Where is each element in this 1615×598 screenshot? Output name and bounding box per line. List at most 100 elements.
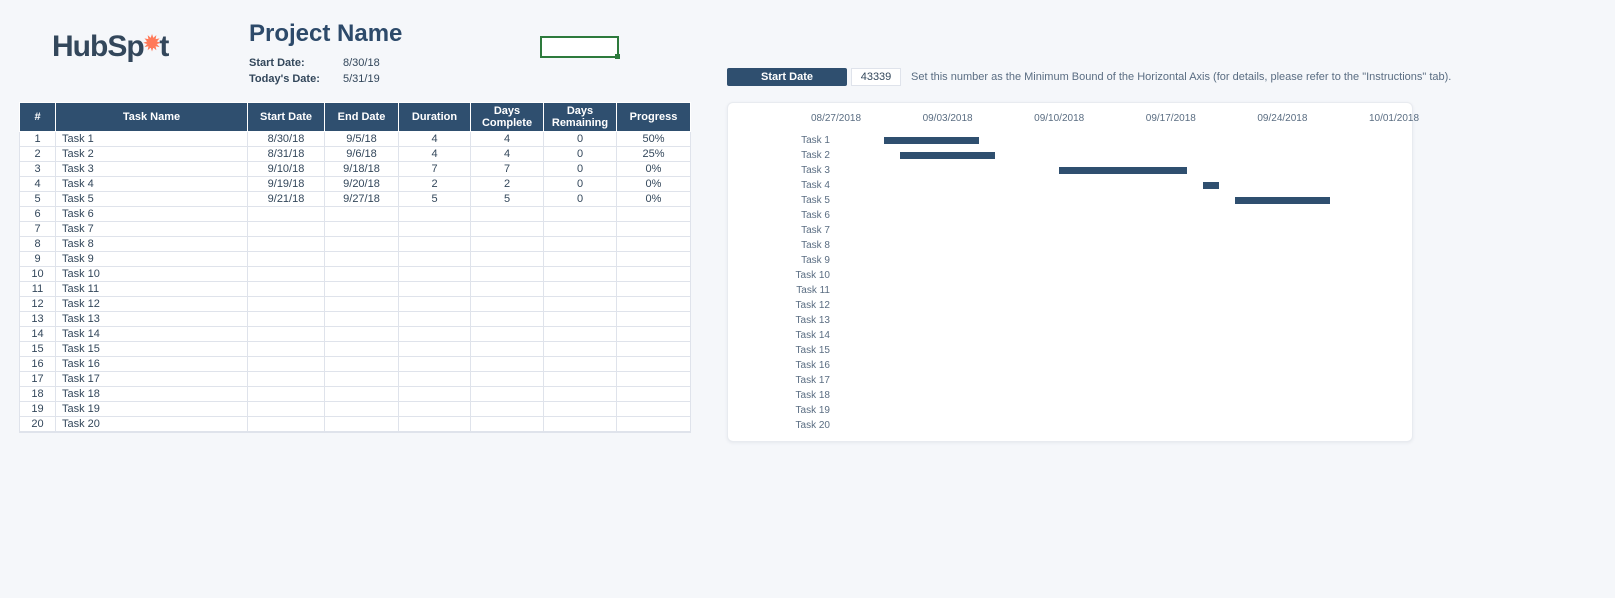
table-cell[interactable]: [617, 402, 691, 417]
table-cell[interactable]: [325, 267, 399, 282]
task-table[interactable]: # Task Name Start Date End Date Duration…: [19, 102, 691, 433]
table-cell[interactable]: 12: [20, 297, 56, 312]
table-cell[interactable]: [325, 282, 399, 297]
table-cell[interactable]: 13: [20, 312, 56, 327]
table-cell[interactable]: 11: [20, 282, 56, 297]
table-cell[interactable]: [471, 252, 544, 267]
table-cell[interactable]: 0: [544, 177, 617, 192]
table-cell[interactable]: [248, 342, 325, 357]
table-cell[interactable]: Task 13: [56, 312, 248, 327]
table-row[interactable]: 3Task 39/10/189/18/187700%: [20, 162, 691, 177]
table-row[interactable]: 19Task 19: [20, 402, 691, 417]
table-cell[interactable]: [325, 387, 399, 402]
table-cell[interactable]: 10: [20, 267, 56, 282]
table-cell[interactable]: [325, 417, 399, 432]
table-cell[interactable]: 17: [20, 372, 56, 387]
table-cell[interactable]: [544, 252, 617, 267]
table-cell[interactable]: [471, 312, 544, 327]
table-cell[interactable]: [617, 282, 691, 297]
table-cell[interactable]: Task 2: [56, 147, 248, 162]
table-cell[interactable]: [248, 237, 325, 252]
table-cell[interactable]: 4: [20, 177, 56, 192]
table-row[interactable]: 16Task 16: [20, 357, 691, 372]
table-cell[interactable]: [617, 372, 691, 387]
table-cell[interactable]: [399, 342, 471, 357]
table-cell[interactable]: [248, 252, 325, 267]
table-cell[interactable]: 7: [20, 222, 56, 237]
table-cell[interactable]: 9/6/18: [325, 147, 399, 162]
table-cell[interactable]: [544, 327, 617, 342]
table-cell[interactable]: [325, 297, 399, 312]
table-cell[interactable]: 9/19/18: [248, 177, 325, 192]
table-row[interactable]: 9Task 9: [20, 252, 691, 267]
table-cell[interactable]: [471, 237, 544, 252]
table-cell[interactable]: [399, 282, 471, 297]
table-row[interactable]: 14Task 14: [20, 327, 691, 342]
table-cell[interactable]: [617, 342, 691, 357]
table-cell[interactable]: [617, 312, 691, 327]
table-cell[interactable]: 19: [20, 402, 56, 417]
table-cell[interactable]: [471, 372, 544, 387]
table-cell[interactable]: [325, 357, 399, 372]
table-cell[interactable]: 4: [471, 147, 544, 162]
table-cell[interactable]: 0%: [617, 162, 691, 177]
table-cell[interactable]: [544, 222, 617, 237]
table-row[interactable]: 1Task 18/30/189/5/1844050%: [20, 132, 691, 147]
table-cell[interactable]: Task 4: [56, 177, 248, 192]
table-cell[interactable]: 9/20/18: [325, 177, 399, 192]
table-cell[interactable]: 9/21/18: [248, 192, 325, 207]
table-cell[interactable]: Task 14: [56, 327, 248, 342]
table-cell[interactable]: 1: [20, 132, 56, 147]
table-cell[interactable]: 0: [544, 132, 617, 147]
table-cell[interactable]: 25%: [617, 147, 691, 162]
table-cell[interactable]: 50%: [617, 132, 691, 147]
table-row[interactable]: 18Task 18: [20, 387, 691, 402]
table-cell[interactable]: Task 16: [56, 357, 248, 372]
table-cell[interactable]: 9/10/18: [248, 162, 325, 177]
table-cell[interactable]: Task 10: [56, 267, 248, 282]
table-row[interactable]: 10Task 10: [20, 267, 691, 282]
table-cell[interactable]: 0: [544, 162, 617, 177]
table-cell[interactable]: 0: [544, 147, 617, 162]
table-cell[interactable]: [399, 357, 471, 372]
table-cell[interactable]: 9/18/18: [325, 162, 399, 177]
table-cell[interactable]: [325, 237, 399, 252]
table-cell[interactable]: [248, 357, 325, 372]
table-cell[interactable]: 0%: [617, 192, 691, 207]
table-cell[interactable]: [617, 207, 691, 222]
table-cell[interactable]: [399, 267, 471, 282]
table-cell[interactable]: [399, 387, 471, 402]
table-row[interactable]: 15Task 15: [20, 342, 691, 357]
table-cell[interactable]: [617, 252, 691, 267]
table-cell[interactable]: 18: [20, 387, 56, 402]
table-cell[interactable]: Task 17: [56, 372, 248, 387]
table-cell[interactable]: 14: [20, 327, 56, 342]
table-cell[interactable]: Task 18: [56, 387, 248, 402]
table-row[interactable]: 12Task 12: [20, 297, 691, 312]
table-cell[interactable]: [399, 372, 471, 387]
table-cell[interactable]: [617, 237, 691, 252]
table-cell[interactable]: [617, 267, 691, 282]
table-cell[interactable]: 7: [399, 162, 471, 177]
table-cell[interactable]: [399, 297, 471, 312]
table-cell[interactable]: 9/27/18: [325, 192, 399, 207]
table-row[interactable]: 4Task 49/19/189/20/182200%: [20, 177, 691, 192]
table-cell[interactable]: 8: [20, 237, 56, 252]
table-cell[interactable]: Task 9: [56, 252, 248, 267]
table-cell[interactable]: [544, 297, 617, 312]
table-cell[interactable]: [325, 327, 399, 342]
table-cell[interactable]: [325, 312, 399, 327]
table-cell[interactable]: [248, 372, 325, 387]
table-cell[interactable]: [617, 387, 691, 402]
table-cell[interactable]: [544, 207, 617, 222]
table-cell[interactable]: [617, 417, 691, 432]
table-cell[interactable]: [325, 342, 399, 357]
table-cell[interactable]: Task 8: [56, 237, 248, 252]
table-cell[interactable]: [471, 267, 544, 282]
table-cell[interactable]: [617, 297, 691, 312]
table-cell[interactable]: [399, 207, 471, 222]
table-cell[interactable]: [617, 357, 691, 372]
table-cell[interactable]: 4: [399, 147, 471, 162]
table-cell[interactable]: Task 19: [56, 402, 248, 417]
table-cell[interactable]: [544, 312, 617, 327]
